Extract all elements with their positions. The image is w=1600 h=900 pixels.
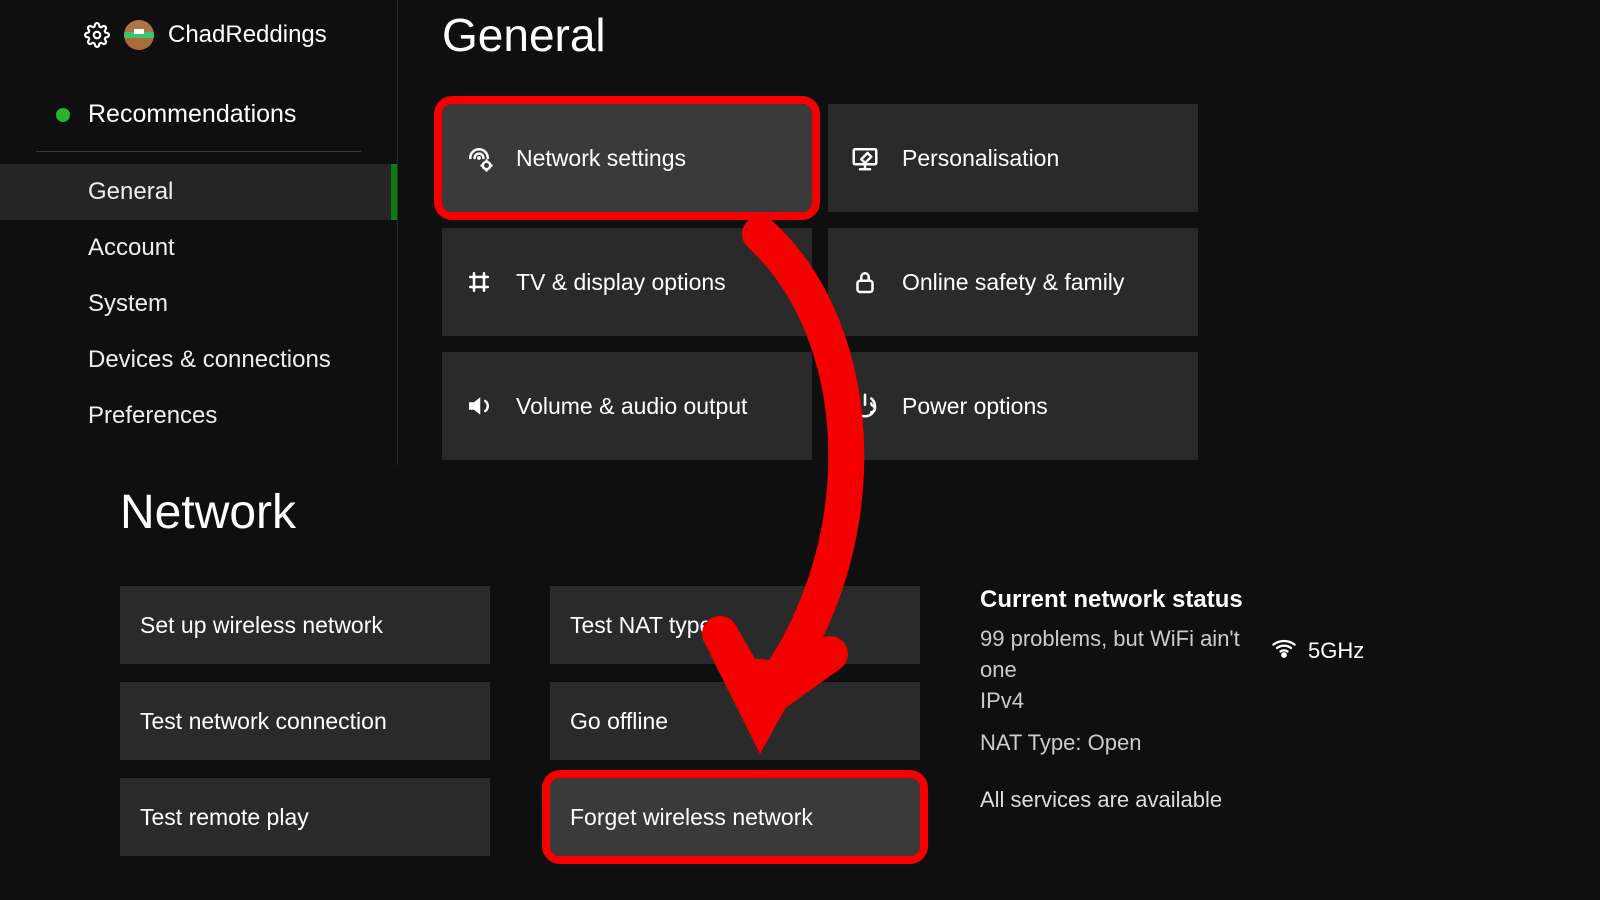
wifi-band-label: 5GHz: [1308, 638, 1364, 664]
sidebar-item-label: General: [88, 178, 173, 205]
tile-label: Test network connection: [140, 708, 387, 735]
sidebar-item-label: Account: [88, 234, 175, 261]
tile-volume[interactable]: Volume & audio output: [442, 352, 812, 460]
volume-icon: [464, 391, 494, 421]
sidebar-item-general[interactable]: General: [0, 164, 397, 220]
divider: [36, 151, 361, 152]
tile-network-settings[interactable]: Network settings: [442, 104, 812, 212]
settings-sidebar: ChadReddings Recommendations General Acc…: [0, 0, 398, 465]
sidebar-item-account[interactable]: Account: [0, 220, 397, 276]
avatar: [124, 20, 154, 50]
personalisation-icon: [850, 143, 880, 173]
wifi-band-badge: 5GHz: [1270, 634, 1364, 668]
sidebar-item-label: Devices & connections: [88, 346, 331, 373]
general-tile-grid: Network settings Personalisation TV & di…: [442, 104, 1600, 460]
tile-label: Personalisation: [902, 145, 1059, 172]
sidebar-recommendations[interactable]: Recommendations: [0, 78, 397, 151]
tile-label: Online safety & family: [902, 269, 1124, 296]
sidebar-item-system[interactable]: System: [0, 276, 397, 332]
wifi-icon: [1270, 634, 1298, 668]
network-settings-icon: [464, 143, 494, 173]
tile-label: Test remote play: [140, 804, 309, 831]
tile-tv-display[interactable]: TV & display options: [442, 228, 812, 336]
tile-go-offline[interactable]: Go offline: [550, 682, 920, 760]
tile-test-connection[interactable]: Test network connection: [120, 682, 490, 760]
tile-label: Set up wireless network: [140, 612, 383, 639]
sidebar-item-preferences[interactable]: Preferences: [0, 388, 397, 444]
tile-setup-wireless[interactable]: Set up wireless network: [120, 586, 490, 664]
tile-label: Test NAT type: [570, 612, 712, 639]
status-nat: NAT Type: Open: [980, 728, 1240, 759]
tile-label: TV & display options: [516, 269, 726, 296]
tile-label: Network settings: [516, 145, 686, 172]
status-services: All services are available: [980, 787, 1480, 813]
tile-label: Go offline: [570, 708, 668, 735]
tile-test-nat[interactable]: Test NAT type: [550, 586, 920, 664]
sidebar-item-label: System: [88, 290, 168, 317]
username: ChadReddings: [168, 21, 327, 49]
page-title-general: General: [442, 8, 1600, 62]
status-ssid: 99 problems, but WiFi ain't one: [980, 624, 1240, 686]
tile-test-remote-play[interactable]: Test remote play: [120, 778, 490, 856]
lock-icon: [850, 267, 880, 297]
power-icon: [850, 391, 880, 421]
recommendations-label: Recommendations: [88, 100, 296, 129]
status-title: Current network status: [980, 586, 1480, 614]
tile-label: Power options: [902, 393, 1048, 420]
tile-power[interactable]: Power options: [828, 352, 1198, 460]
sidebar-item-label: Preferences: [88, 402, 217, 429]
profile-row[interactable]: ChadReddings: [0, 10, 397, 78]
tile-personalisation[interactable]: Personalisation: [828, 104, 1198, 212]
page-title-network: Network: [120, 485, 1480, 540]
tile-forget-wireless[interactable]: Forget wireless network: [550, 778, 920, 856]
network-status-panel: Current network status 99 problems, but …: [980, 586, 1480, 856]
status-ip: IPv4: [980, 686, 1240, 717]
tv-display-icon: [464, 267, 494, 297]
sidebar-item-devices[interactable]: Devices & connections: [0, 332, 397, 388]
gear-icon: [84, 22, 110, 48]
tile-label: Volume & audio output: [516, 393, 747, 420]
tile-online-safety[interactable]: Online safety & family: [828, 228, 1198, 336]
tile-label: Forget wireless network: [570, 804, 813, 831]
status-dot-icon: [56, 108, 70, 122]
